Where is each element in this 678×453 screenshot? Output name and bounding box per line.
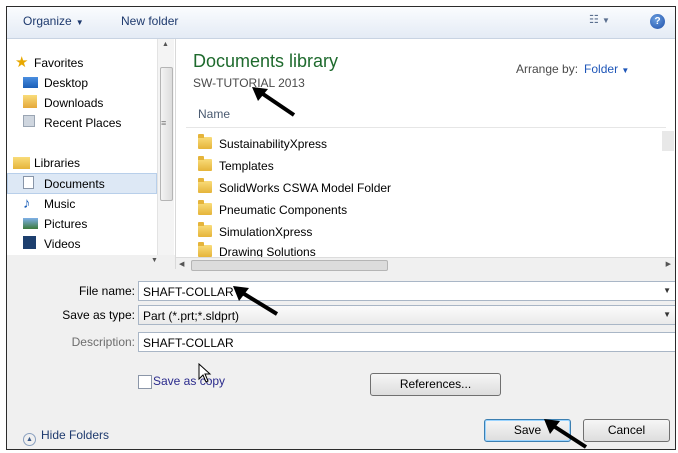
list-item[interactable]: Templates [198,156,498,177]
list-item-label: SimulationXpress [219,225,313,239]
documents-icon [23,176,34,189]
change-view-button[interactable]: ☷ ▼ [589,13,619,31]
mouse-cursor-icon [198,363,212,383]
arrange-by: Arrange by: Folder ▼ [516,62,629,76]
desktop-icon [23,77,38,88]
list-item[interactable]: Pneumatic Components [198,200,498,221]
view-icon: ☷ [589,14,599,26]
nav-item-label: Recent Places [44,116,122,130]
library-title: Documents library [193,51,339,71]
arrange-by-value: Folder [584,62,619,76]
chevron-down-icon[interactable]: ▼ [663,310,671,319]
list-item[interactable]: SolidWorks CSWA Model Folder [198,178,498,199]
description-label: Description: [71,335,135,349]
arrange-by-dropdown[interactable]: Folder ▼ [584,62,629,76]
help-icon[interactable]: ? [650,14,665,29]
nav-item-desktop[interactable]: Desktop [7,73,157,93]
list-item-label: SustainabilityXpress [219,137,328,151]
save-as-copy-checkbox[interactable] [138,375,152,389]
nav-item-label: Libraries [34,156,81,170]
scroll-right-icon[interactable]: ▶ [666,260,671,268]
folder-icon [198,134,212,149]
scroll-up-icon[interactable]: ▲ [162,41,169,48]
annotation-arrow-icon [252,87,296,117]
cancel-button[interactable]: Cancel [583,419,670,442]
navigation-pane: ★ Favorites Desktop Downloads Recent Pla… [7,39,176,269]
description-value: SHAFT-COLLAR [143,336,234,350]
organize-label: Organize [23,14,72,28]
nav-item-label: Documents [44,177,105,191]
arrange-by-label: Arrange by: [516,62,579,76]
nav-item-label: Desktop [44,76,89,90]
nav-item-label: Music [44,197,76,211]
folder-icon [198,200,212,215]
hide-folders-label: Hide Folders [41,428,110,442]
nav-footer-strip: ▼ [7,255,175,269]
nav-item-label: Favorites [34,56,84,70]
file-name-value: SHAFT-COLLAR [143,285,234,299]
description-field[interactable]: SHAFT-COLLAR [138,332,675,352]
annotation-arrow-icon [233,286,279,316]
downloads-icon [23,95,37,108]
nav-item-label: Downloads [44,96,104,110]
nav-item-documents[interactable]: Documents [7,173,157,194]
nav-item-videos[interactable]: Videos [7,234,157,254]
command-bar: Organize ▼ New folder ☷ ▼ ? [7,7,675,39]
save-as-copy-label[interactable]: Save as copy [153,374,225,388]
annotation-arrow-icon [544,419,588,449]
column-header-name[interactable]: Name [198,107,230,121]
folder-icon [198,178,212,193]
save-as-type-value: Part (*.prt;*.sldprt) [143,309,240,323]
chevron-down-icon[interactable]: ▼ [663,286,671,295]
save-as-dialog: Organize ▼ New folder ☷ ▼ ? ★ Favorites D… [6,6,676,450]
pictures-icon [23,218,38,229]
new-folder-button[interactable]: New folder [121,14,178,28]
file-name-field[interactable]: SHAFT-COLLAR ▼ [138,281,675,301]
save-as-type-label: Save as type: [62,308,135,322]
scrollbar-thumb[interactable] [160,67,173,201]
file-name-label: File name: [78,284,135,298]
list-scrollbar[interactable] [662,131,674,151]
libraries-icon [13,157,30,169]
grip-icon: ≡ [161,118,167,128]
list-item[interactable]: SustainabilityXpress [198,134,498,155]
nav-item-libraries[interactable]: Libraries [7,153,157,173]
chevron-down-icon: ▼ [621,66,630,75]
chevron-down-icon: ▼ [601,16,610,25]
horizontal-scrollbar[interactable]: ◀ ▶ [176,257,674,272]
nav-item-downloads[interactable]: Downloads [7,93,157,113]
organize-button[interactable]: Organize ▼ [23,14,84,28]
list-item-label: Templates [219,159,274,173]
file-list-pane: Documents library SW-TUTORIAL 2013 Arran… [176,39,675,259]
folder-icon [198,222,212,237]
references-button[interactable]: References... [370,373,501,396]
star-icon: ★ [15,54,29,71]
folder-icon [198,156,212,171]
list-item-label: SolidWorks CSWA Model Folder [219,181,392,195]
nav-item-pictures[interactable]: Pictures [7,214,157,234]
recent-places-icon [23,115,35,127]
nav-item-music[interactable]: ♪ Music [7,194,157,214]
nav-item-favorites[interactable]: ★ Favorites [7,53,157,73]
divider [186,127,666,128]
videos-icon [23,236,36,249]
folder-icon [198,242,212,257]
nav-item-recent-places[interactable]: Recent Places [7,113,157,133]
music-icon: ♪ [23,195,31,212]
hide-folders-button[interactable]: ▲ Hide Folders [23,428,109,446]
chevron-up-icon: ▲ [23,433,36,446]
scroll-down-icon[interactable]: ▼ [151,257,158,264]
list-item-label: Pneumatic Components [219,203,348,217]
save-as-type-select[interactable]: Part (*.prt;*.sldprt) ▼ [138,305,675,325]
nav-item-label: Videos [44,237,81,251]
nav-scrollbar[interactable]: ▲ ≡ [157,39,174,257]
list-item[interactable]: SimulationXpress [198,222,498,243]
chevron-down-icon: ▼ [75,18,84,27]
scroll-left-icon[interactable]: ◀ [179,260,184,268]
nav-item-label: Pictures [44,217,88,231]
scrollbar-thumb[interactable] [191,260,388,271]
